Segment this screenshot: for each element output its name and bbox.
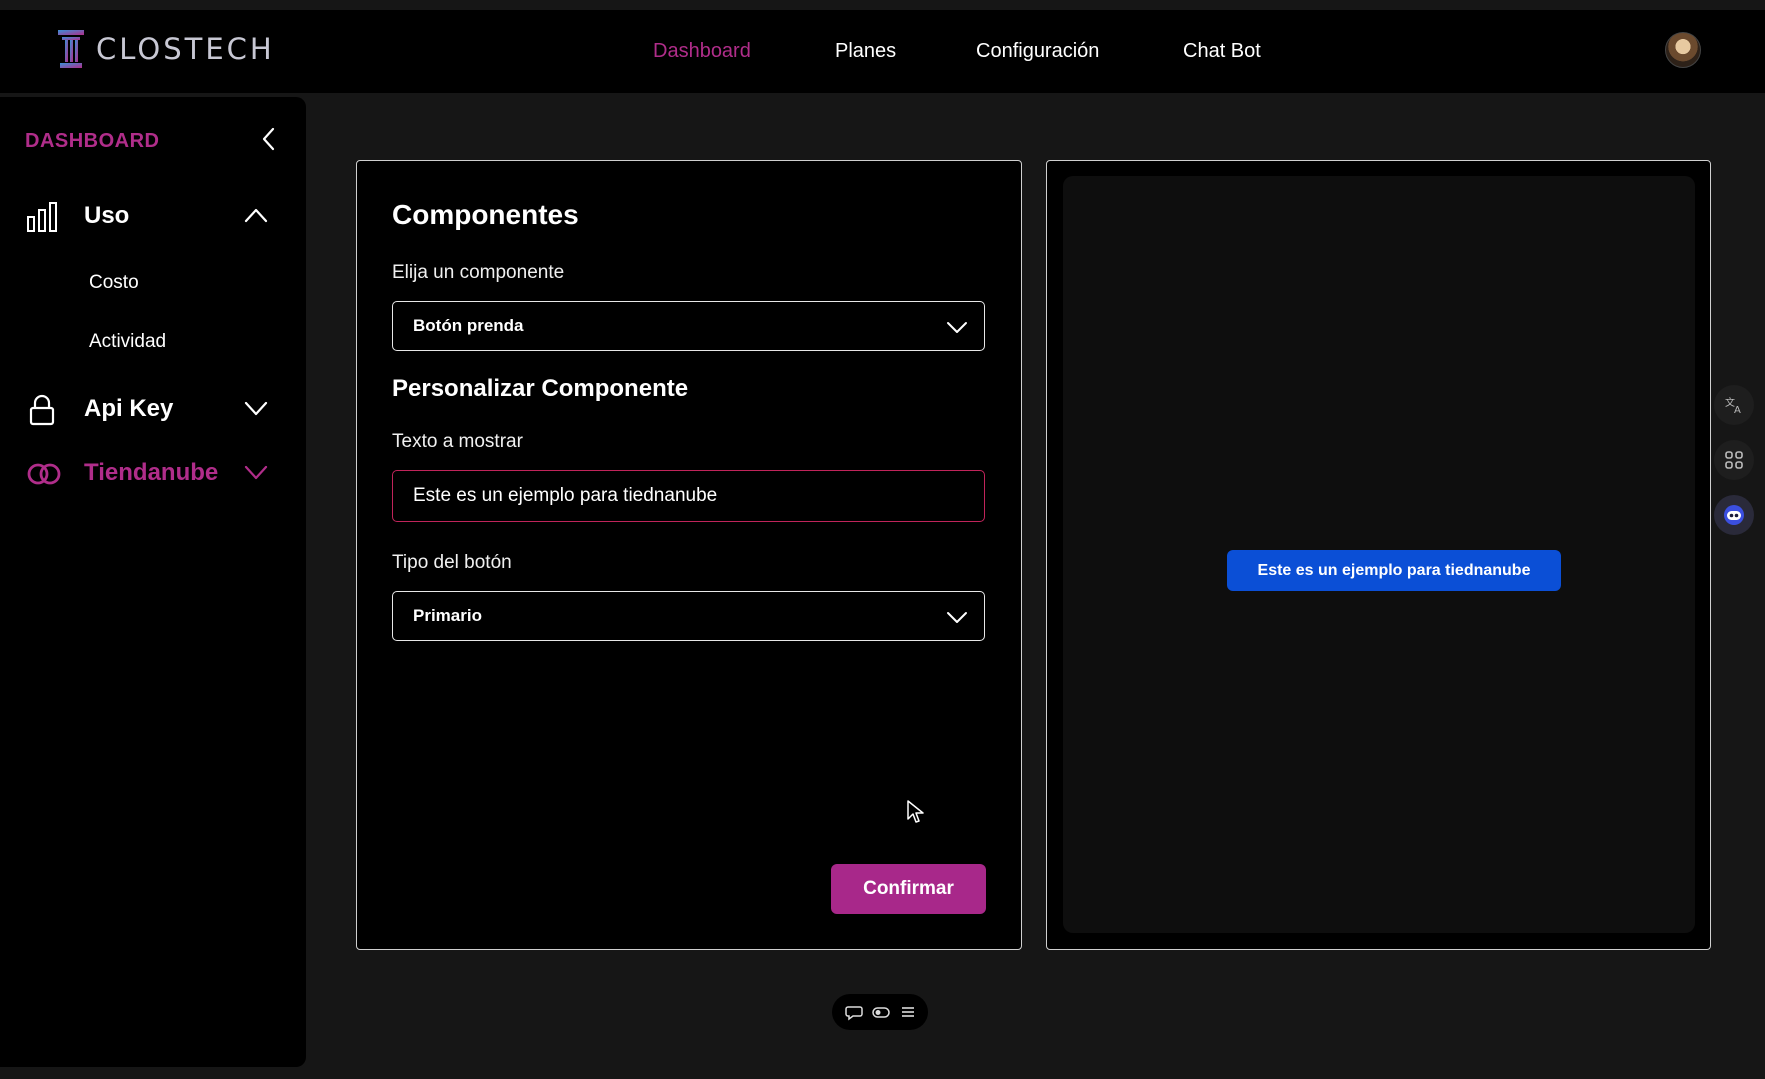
- sidebar-subitem-actividad[interactable]: Actividad: [89, 331, 166, 353]
- form-title: Componentes: [392, 199, 579, 230]
- preview-panel: Este es un ejemplo para tiednanube: [1046, 160, 1711, 950]
- sidebar-item-label: Api Key: [84, 395, 174, 422]
- chevron-down-icon: [244, 401, 268, 416]
- toggle-icon[interactable]: [872, 1003, 890, 1021]
- sidebar-item-label: Tiendanube: [84, 459, 219, 486]
- chevron-up-icon: [244, 208, 268, 223]
- nav-configuracion[interactable]: Configuración: [976, 40, 1099, 63]
- button-type-label: Tipo del botón: [392, 552, 512, 573]
- chevron-left-icon[interactable]: [258, 126, 280, 152]
- button-type-select-value: Primario: [413, 606, 482, 625]
- chat-bubble-icon[interactable]: [845, 1003, 863, 1021]
- avatar[interactable]: [1665, 32, 1701, 68]
- translate-icon: 文 A: [1725, 396, 1741, 415]
- lock-icon: [29, 394, 55, 426]
- tiendanube-cloud-icon: [27, 463, 61, 485]
- nav-chat-bot[interactable]: Chat Bot: [1183, 40, 1261, 63]
- bot-icon: [1724, 505, 1744, 525]
- confirm-button[interactable]: Confirmar: [831, 864, 986, 914]
- brand-name: CLOSTECH: [96, 32, 275, 66]
- component-select-value: Botón prenda: [413, 316, 524, 335]
- component-label: Elija un componente: [392, 262, 565, 283]
- sidebar-subitem-costo[interactable]: Costo: [89, 272, 139, 294]
- sidebar-item-api-key[interactable]: Api Key: [0, 384, 306, 434]
- bottom-toolbar: [832, 994, 928, 1030]
- button-type-select[interactable]: Primario: [392, 591, 985, 641]
- bar-chart-icon: [27, 202, 57, 232]
- translate-button[interactable]: 文 A: [1714, 385, 1754, 425]
- grid-button[interactable]: [1714, 440, 1754, 480]
- top-navbar: CLOSTECH Dashboard Planes Configuración …: [0, 10, 1765, 93]
- sidebar-item-uso[interactable]: Uso: [0, 191, 306, 241]
- component-select[interactable]: Botón prenda: [392, 301, 985, 351]
- column-logo-icon: [58, 30, 84, 68]
- svg-text:A: A: [1734, 405, 1741, 415]
- sidebar-title: DASHBOARD: [25, 130, 160, 152]
- sidebar: DASHBOARD Uso Costo Actividad Api Key Ti…: [0, 97, 306, 1067]
- preview-canvas: Este es un ejemplo para tiednanube: [1063, 176, 1695, 933]
- grid-icon: [1725, 451, 1743, 469]
- brand-logo[interactable]: CLOSTECH: [56, 28, 275, 70]
- sidebar-item-tiendanube[interactable]: Tiendanube: [0, 448, 306, 498]
- nav-dashboard[interactable]: Dashboard: [653, 40, 751, 63]
- chevron-down-icon: [947, 612, 967, 623]
- bot-button[interactable]: [1714, 495, 1754, 535]
- menu-icon[interactable]: [899, 1003, 917, 1021]
- chevron-down-icon: [947, 322, 967, 333]
- chevron-down-icon: [244, 465, 268, 480]
- components-form-panel: Componentes Elija un componente Botón pr…: [356, 160, 1022, 950]
- text-label: Texto a mostrar: [392, 431, 523, 452]
- text-input[interactable]: [392, 470, 985, 522]
- customize-title: Personalizar Componente: [392, 375, 689, 402]
- preview-button[interactable]: Este es un ejemplo para tiednanube: [1227, 550, 1561, 591]
- nav-planes[interactable]: Planes: [835, 40, 896, 63]
- mouse-cursor-icon: [907, 800, 924, 823]
- sidebar-item-label: Uso: [84, 202, 130, 229]
